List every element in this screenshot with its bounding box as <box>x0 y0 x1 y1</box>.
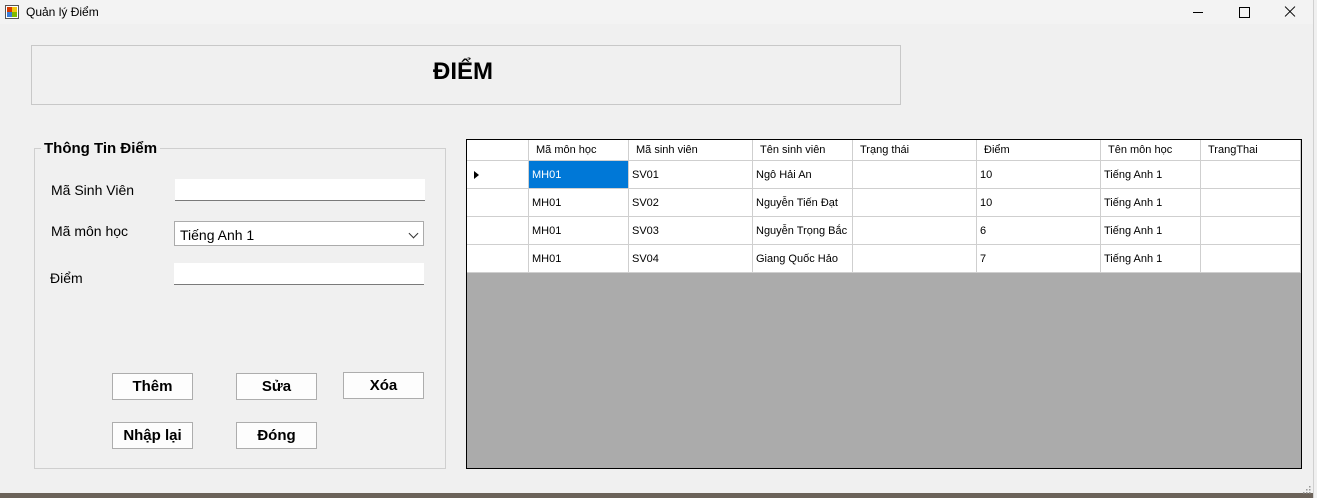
column-header[interactable]: Tên môn học <box>1101 140 1201 161</box>
grid-cell[interactable]: SV03 <box>629 217 753 245</box>
grid-cell[interactable] <box>1201 217 1301 245</box>
grid-cell[interactable]: 10 <box>977 161 1101 189</box>
close-icon <box>1283 5 1297 19</box>
grid-corner-header[interactable] <box>467 140 529 161</box>
grid-cell[interactable]: 10 <box>977 189 1101 217</box>
row-header[interactable] <box>467 217 529 245</box>
course-select[interactable]: Tiếng Anh 1 <box>174 221 424 246</box>
row-header[interactable] <box>467 189 529 217</box>
grid-cell[interactable] <box>1201 189 1301 217</box>
course-id-label: Mã môn học <box>51 223 129 239</box>
close-window-button[interactable] <box>1267 0 1313 24</box>
column-header[interactable]: Mã môn học <box>529 140 629 161</box>
grid-cell[interactable]: Nguyễn Trọng Bắc <box>753 217 853 245</box>
grid-cell[interactable] <box>853 189 977 217</box>
grid-cell[interactable]: Giang Quốc Hảo <box>753 245 853 273</box>
score-label: Điểm <box>50 270 83 286</box>
groupbox-legend: Thông Tin Điểm <box>41 140 161 157</box>
grid-cell[interactable]: Tiếng Anh 1 <box>1101 161 1201 189</box>
chevron-down-icon[interactable] <box>408 228 419 239</box>
grid-cell[interactable] <box>853 245 977 273</box>
student-id-input[interactable] <box>175 179 425 201</box>
header-panel: ĐIỂM <box>31 45 901 105</box>
app-icon <box>5 5 19 19</box>
grid-cell[interactable]: MH01 <box>529 189 629 217</box>
column-header[interactable]: Mã sinh viên <box>629 140 753 161</box>
scores-data-grid[interactable]: Mã môn học Mã sinh viên Tên sinh viên Trạng… <box>466 139 1302 469</box>
maximize-icon <box>1238 6 1250 18</box>
close-button[interactable]: Đóng <box>236 422 317 449</box>
grid-cell[interactable] <box>1201 245 1301 273</box>
reset-button[interactable]: Nhập lại <box>112 422 193 449</box>
score-input[interactable] <box>174 263 424 285</box>
background-strip <box>0 493 1313 498</box>
grid-cell[interactable]: 7 <box>977 245 1101 273</box>
grid-cell[interactable] <box>853 161 977 189</box>
grid-cell[interactable]: MH01 <box>529 245 629 273</box>
minimize-button[interactable] <box>1175 0 1221 24</box>
delete-button[interactable]: Xóa <box>343 372 424 399</box>
grid-cell[interactable]: Ngô Hải An <box>753 161 853 189</box>
add-button[interactable]: Thêm <box>112 373 193 400</box>
grid-cell[interactable]: MH01 <box>529 217 629 245</box>
edit-button[interactable]: Sửa <box>236 373 317 400</box>
current-row-indicator-icon <box>474 171 479 179</box>
row-header[interactable] <box>467 161 529 189</box>
row-header[interactable] <box>467 245 529 273</box>
grid-cell[interactable]: Tiếng Anh 1 <box>1101 217 1201 245</box>
grid-cell[interactable]: SV04 <box>629 245 753 273</box>
grid-cell[interactable]: Nguyễn Tiến Đạt <box>753 189 853 217</box>
grid-cell[interactable]: 6 <box>977 217 1101 245</box>
grid-cell[interactable]: MH01 <box>529 161 629 189</box>
column-header[interactable]: Trạng thái <box>853 140 977 161</box>
minimize-icon <box>1193 11 1203 13</box>
grid-cell[interactable]: Tiếng Anh 1 <box>1101 245 1201 273</box>
column-header[interactable]: Điểm <box>977 140 1101 161</box>
maximize-button[interactable] <box>1221 0 1267 24</box>
column-header[interactable]: Tên sinh viên <box>753 140 853 161</box>
grid-cell[interactable] <box>853 217 977 245</box>
column-header[interactable]: TrangThai <box>1201 140 1301 161</box>
title-bar[interactable]: Quản lý Điểm <box>0 0 1313 24</box>
grid-cell[interactable]: SV01 <box>629 161 753 189</box>
window-title: Quản lý Điểm <box>26 5 99 19</box>
course-select-value: Tiếng Anh 1 <box>180 227 255 243</box>
resize-grip-icon[interactable] <box>1302 485 1311 494</box>
student-id-label: Mã Sinh Viên <box>51 182 135 198</box>
grid-cell[interactable]: SV02 <box>629 189 753 217</box>
main-window: Quản lý Điểm ĐIỂM Thông Tin Điểm Mã Sinh… <box>0 0 1314 498</box>
grid-cell[interactable] <box>1201 161 1301 189</box>
page-title: ĐIỂM <box>433 58 493 85</box>
grid-cell[interactable]: Tiếng Anh 1 <box>1101 189 1201 217</box>
